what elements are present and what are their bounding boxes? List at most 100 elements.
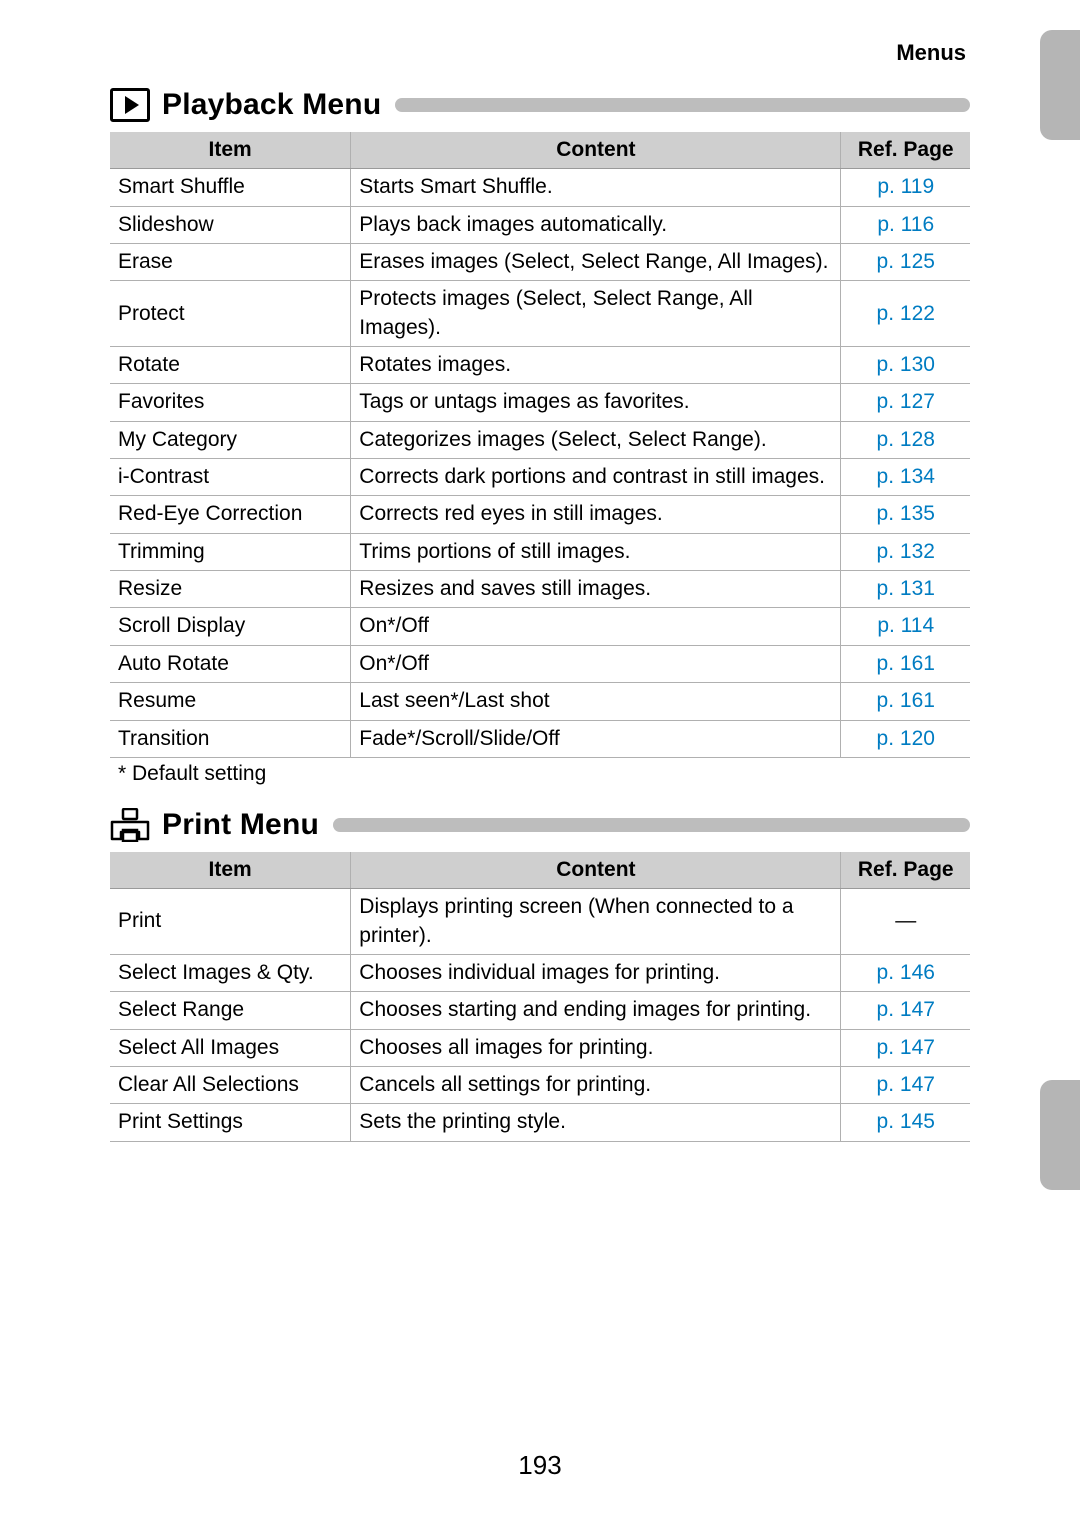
cell-ref-page[interactable]: p. 147 bbox=[841, 1066, 970, 1103]
cell-ref-page[interactable]: p. 128 bbox=[841, 421, 970, 458]
cell-ref-page[interactable]: p. 147 bbox=[841, 1029, 970, 1066]
table-header-row: Item Content Ref. Page bbox=[110, 852, 970, 889]
col-content: Content bbox=[351, 132, 841, 169]
cell-item: Select Images & Qty. bbox=[110, 954, 351, 991]
table-row: TrimmingTrims portions of still images.p… bbox=[110, 533, 970, 570]
cell-content: Chooses individual images for printing. bbox=[351, 954, 841, 991]
page-section-label: Menus bbox=[110, 40, 970, 66]
playback-menu-heading: Playback Menu bbox=[110, 88, 970, 122]
table-row: Smart ShuffleStarts Smart Shuffle.p. 119 bbox=[110, 169, 970, 206]
cell-item: Smart Shuffle bbox=[110, 169, 351, 206]
cell-ref-page: — bbox=[841, 889, 970, 955]
heading-rule bbox=[395, 98, 970, 112]
table-row: Select All ImagesChooses all images for … bbox=[110, 1029, 970, 1066]
cell-content: Corrects dark portions and contrast in s… bbox=[351, 459, 841, 496]
cell-item: Trimming bbox=[110, 533, 351, 570]
cell-ref-page[interactable]: p. 147 bbox=[841, 992, 970, 1029]
print-menu-table: Item Content Ref. Page PrintDisplays pri… bbox=[110, 852, 970, 1142]
cell-item: Select Range bbox=[110, 992, 351, 1029]
cell-item: Scroll Display bbox=[110, 608, 351, 645]
cell-item: Resume bbox=[110, 683, 351, 720]
cell-item: Select All Images bbox=[110, 1029, 351, 1066]
cell-content: Cancels all settings for printing. bbox=[351, 1066, 841, 1103]
table-row: Clear All SelectionsCancels all settings… bbox=[110, 1066, 970, 1103]
page-number: 193 bbox=[0, 1450, 1080, 1481]
cell-ref-page[interactable]: p. 116 bbox=[841, 206, 970, 243]
cell-ref-page[interactable]: p. 127 bbox=[841, 384, 970, 421]
table-row: ResumeLast seen*/Last shotp. 161 bbox=[110, 683, 970, 720]
cell-ref-page[interactable]: p. 135 bbox=[841, 496, 970, 533]
cell-ref-page[interactable]: p. 120 bbox=[841, 720, 970, 757]
cell-content: Erases images (Select, Select Range, All… bbox=[351, 244, 841, 281]
cell-ref-page[interactable]: p. 122 bbox=[841, 281, 970, 347]
table-row: ResizeResizes and saves still images.p. … bbox=[110, 571, 970, 608]
cell-content: Plays back images automatically. bbox=[351, 206, 841, 243]
cell-item: Slideshow bbox=[110, 206, 351, 243]
cell-item: Favorites bbox=[110, 384, 351, 421]
table-row: My CategoryCategorizes images (Select, S… bbox=[110, 421, 970, 458]
col-item: Item bbox=[110, 852, 351, 889]
playback-menu-title: Playback Menu bbox=[162, 88, 381, 122]
cell-ref-page[interactable]: p. 131 bbox=[841, 571, 970, 608]
print-menu-title: Print Menu bbox=[162, 808, 319, 842]
cell-ref-page[interactable]: p. 145 bbox=[841, 1104, 970, 1141]
cell-content: Categorizes images (Select, Select Range… bbox=[351, 421, 841, 458]
cell-content: Tags or untags images as favorites. bbox=[351, 384, 841, 421]
table-row: FavoritesTags or untags images as favori… bbox=[110, 384, 970, 421]
table-row: ProtectProtects images (Select, Select R… bbox=[110, 281, 970, 347]
table-row: Print SettingsSets the printing style.p.… bbox=[110, 1104, 970, 1141]
table-row: EraseErases images (Select, Select Range… bbox=[110, 244, 970, 281]
table-row: i-ContrastCorrects dark portions and con… bbox=[110, 459, 970, 496]
cell-ref-page[interactable]: p. 119 bbox=[841, 169, 970, 206]
cell-item: My Category bbox=[110, 421, 351, 458]
table-row: Auto RotateOn*/Offp. 161 bbox=[110, 645, 970, 682]
cell-content: Chooses starting and ending images for p… bbox=[351, 992, 841, 1029]
side-tab-top bbox=[1040, 30, 1080, 140]
table-row: RotateRotates images.p. 130 bbox=[110, 347, 970, 384]
cell-item: i-Contrast bbox=[110, 459, 351, 496]
cell-content: Displays printing screen (When connected… bbox=[351, 889, 841, 955]
cell-item: Rotate bbox=[110, 347, 351, 384]
cell-ref-page[interactable]: p. 161 bbox=[841, 645, 970, 682]
table-row: Select RangeChooses starting and ending … bbox=[110, 992, 970, 1029]
default-setting-footnote: * Default setting bbox=[118, 762, 970, 786]
table-row: Select Images & Qty.Chooses individual i… bbox=[110, 954, 970, 991]
cell-content: Trims portions of still images. bbox=[351, 533, 841, 570]
cell-ref-page[interactable]: p. 134 bbox=[841, 459, 970, 496]
table-header-row: Item Content Ref. Page bbox=[110, 132, 970, 169]
cell-item: Protect bbox=[110, 281, 351, 347]
cell-ref-page[interactable]: p. 146 bbox=[841, 954, 970, 991]
print-menu-heading: Print Menu bbox=[110, 808, 970, 842]
cell-ref-page[interactable]: p. 114 bbox=[841, 608, 970, 645]
cell-item: Print bbox=[110, 889, 351, 955]
playback-menu-table: Item Content Ref. Page Smart ShuffleStar… bbox=[110, 132, 970, 758]
cell-content: Rotates images. bbox=[351, 347, 841, 384]
cell-ref-page[interactable]: p. 130 bbox=[841, 347, 970, 384]
cell-item: Transition bbox=[110, 720, 351, 757]
cell-content: Sets the printing style. bbox=[351, 1104, 841, 1141]
cell-content: Fade*/Scroll/Slide/Off bbox=[351, 720, 841, 757]
play-icon bbox=[110, 88, 150, 122]
col-ref: Ref. Page bbox=[841, 852, 970, 889]
cell-content: Protects images (Select, Select Range, A… bbox=[351, 281, 841, 347]
cell-item: Clear All Selections bbox=[110, 1066, 351, 1103]
col-content: Content bbox=[351, 852, 841, 889]
table-row: Scroll DisplayOn*/Offp. 114 bbox=[110, 608, 970, 645]
cell-item: Print Settings bbox=[110, 1104, 351, 1141]
table-row: TransitionFade*/Scroll/Slide/Offp. 120 bbox=[110, 720, 970, 757]
cell-item: Erase bbox=[110, 244, 351, 281]
cell-ref-page[interactable]: p. 125 bbox=[841, 244, 970, 281]
heading-rule bbox=[333, 818, 970, 832]
cell-ref-page[interactable]: p. 161 bbox=[841, 683, 970, 720]
cell-item: Red-Eye Correction bbox=[110, 496, 351, 533]
cell-content: Chooses all images for printing. bbox=[351, 1029, 841, 1066]
cell-item: Resize bbox=[110, 571, 351, 608]
table-row: PrintDisplays printing screen (When conn… bbox=[110, 889, 970, 955]
cell-item: Auto Rotate bbox=[110, 645, 351, 682]
table-row: SlideshowPlays back images automatically… bbox=[110, 206, 970, 243]
cell-content: Last seen*/Last shot bbox=[351, 683, 841, 720]
cell-ref-page[interactable]: p. 132 bbox=[841, 533, 970, 570]
col-item: Item bbox=[110, 132, 351, 169]
col-ref: Ref. Page bbox=[841, 132, 970, 169]
side-tab-bottom bbox=[1040, 1080, 1080, 1190]
